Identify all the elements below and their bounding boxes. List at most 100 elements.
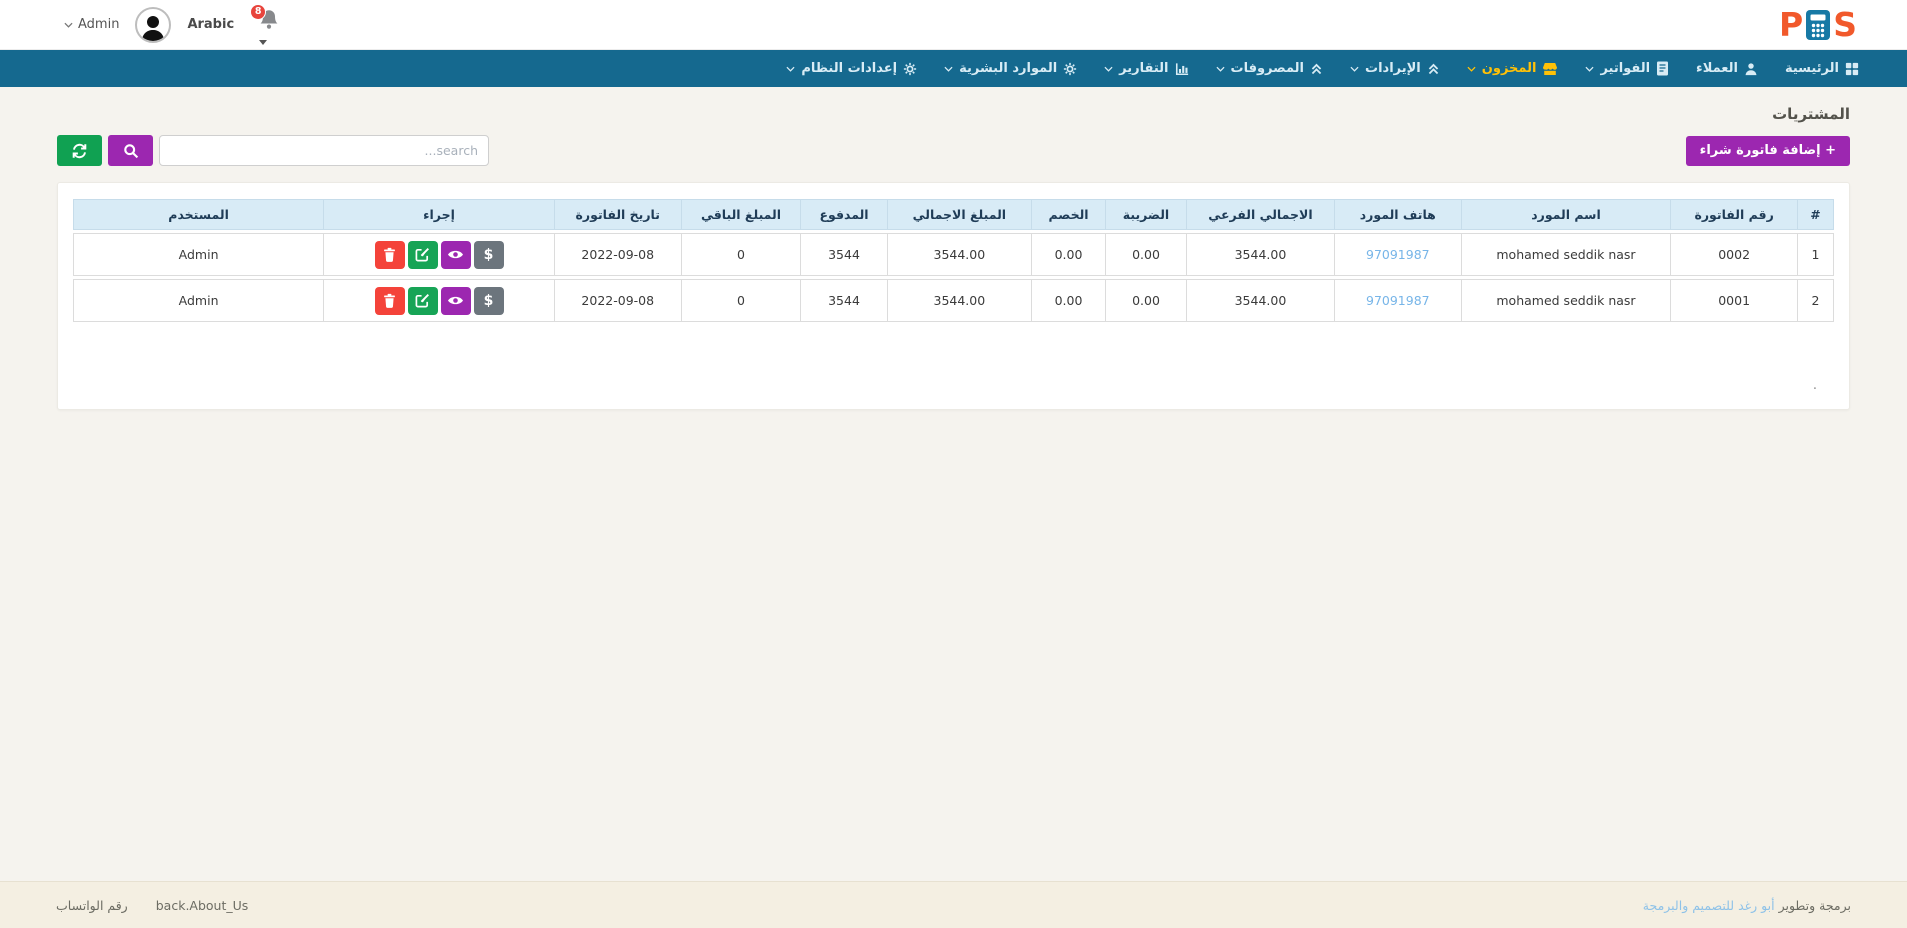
angles-up-icon xyxy=(1310,62,1323,76)
search-input[interactable] xyxy=(159,135,489,166)
column-header-index: # xyxy=(1797,199,1834,230)
whatsapp-label: رقم الواتساب xyxy=(56,898,128,913)
chevron-down-icon xyxy=(1104,66,1113,72)
calculator-icon xyxy=(1804,9,1832,41)
nav-item-hr[interactable]: الموارد البشرية xyxy=(944,61,1077,76)
chevron-down-icon xyxy=(259,40,267,45)
view-button[interactable] xyxy=(441,287,471,315)
cell-invoice-no: 0001 xyxy=(1670,279,1797,322)
chevron-down-icon xyxy=(1350,66,1359,72)
notifications-bell[interactable]: 8 xyxy=(250,8,280,42)
admin-dropdown[interactable]: Admin xyxy=(64,17,119,32)
cell-subtotal: 3544.00 xyxy=(1186,233,1334,276)
person-icon xyxy=(140,13,166,41)
cell-date: 2022-09-08 xyxy=(554,279,681,322)
angles-up-icon xyxy=(1427,62,1440,76)
cell-invoice-no: 0002 xyxy=(1670,233,1797,276)
column-header-user: المستخدم xyxy=(73,199,323,230)
cell-date: 2022-09-08 xyxy=(554,233,681,276)
row-actions: $ xyxy=(324,287,554,315)
add-purchase-invoice-button[interactable]: + إضافة فاتورة شراء xyxy=(1686,136,1850,166)
cell-supplier-name: mohamed seddik nasr xyxy=(1461,279,1671,322)
cell-index: 2 xyxy=(1797,279,1834,322)
credit-prefix: برمجة وتطوير xyxy=(1779,898,1851,913)
view-button[interactable] xyxy=(441,241,471,269)
nav-item-home[interactable]: الرئيسية xyxy=(1785,61,1859,76)
column-header-date: تاريخ الفاتورة xyxy=(554,199,681,230)
chevron-down-icon xyxy=(1467,66,1476,72)
table-row: 1 0002 mohamed seddik nasr 97091987 3544… xyxy=(73,233,1834,276)
column-header-discount: الخصم xyxy=(1031,199,1105,230)
purchases-card: # رقم الفاتورة اسم المورد هاتف المورد ال… xyxy=(57,182,1850,410)
refresh-icon xyxy=(71,143,88,159)
admin-label: Admin xyxy=(78,17,119,32)
supplier-phone-link[interactable]: 97091987 xyxy=(1366,293,1430,308)
footer: برمجة وتطوير أبو رغد للتصميم والبرمجة ba… xyxy=(0,881,1907,928)
purchases-table: # رقم الفاتورة اسم المورد هاتف المورد ال… xyxy=(73,196,1834,325)
delete-button[interactable] xyxy=(375,241,405,269)
main-navbar: الرئيسية العملاء الفواتير xyxy=(0,50,1907,87)
chevron-down-icon xyxy=(64,22,73,28)
cell-index: 1 xyxy=(1797,233,1834,276)
chevron-down-icon xyxy=(786,66,795,72)
cell-paid: 3544 xyxy=(800,279,886,322)
credit-link[interactable]: أبو رغد للتصميم والبرمجة xyxy=(1643,898,1775,913)
edit-icon xyxy=(415,247,430,262)
nav-item-revenues[interactable]: الإيرادات xyxy=(1350,61,1440,76)
pay-button[interactable]: $ xyxy=(474,241,504,269)
nav-label: المصروفات xyxy=(1231,61,1305,76)
column-header-total: المبلغ الاجمالي xyxy=(887,199,1031,230)
nav-item-inventory[interactable]: المخزون xyxy=(1467,61,1559,76)
cell-total: 3544.00 xyxy=(887,233,1031,276)
nav-item-customers[interactable]: العملاء xyxy=(1696,61,1758,76)
cell-tax: 0.00 xyxy=(1105,233,1186,276)
language-selector[interactable]: Arabic xyxy=(187,17,234,32)
grid-icon xyxy=(1845,62,1859,76)
cell-user: Admin xyxy=(73,279,323,322)
toolbar: + إضافة فاتورة شراء xyxy=(57,135,1850,166)
footer-links: back.About_Us رقم الواتساب xyxy=(56,898,248,913)
cell-discount: 0.00 xyxy=(1031,279,1105,322)
column-header-remaining: المبلغ الباقي xyxy=(681,199,801,230)
column-header-actions: إجراء xyxy=(323,199,554,230)
nav-item-invoices[interactable]: الفواتير xyxy=(1585,61,1669,76)
cell-user: Admin xyxy=(73,233,323,276)
notification-badge: 8 xyxy=(250,4,266,20)
nav-label: الفواتير xyxy=(1600,61,1650,76)
supplier-phone-link[interactable]: 97091987 xyxy=(1366,247,1430,262)
eye-icon xyxy=(447,294,464,307)
chevron-down-icon xyxy=(944,66,953,72)
nav-label: إعدادات النظام xyxy=(801,61,897,76)
refresh-button[interactable] xyxy=(57,135,102,166)
delete-button[interactable] xyxy=(375,287,405,315)
cell-remaining: 0 xyxy=(681,279,801,322)
column-header-supplier-name: اسم المورد xyxy=(1461,199,1671,230)
dollar-icon: $ xyxy=(484,247,494,263)
nav-label: الإيرادات xyxy=(1365,61,1421,76)
topbar: P S 8 Arabic xyxy=(0,0,1907,50)
gear-icon xyxy=(903,62,917,76)
edit-button[interactable] xyxy=(408,287,438,315)
nav-item-system-settings[interactable]: إعدادات النظام xyxy=(786,61,917,76)
trash-icon xyxy=(383,247,396,262)
cell-remaining: 0 xyxy=(681,233,801,276)
gear-icon xyxy=(1063,62,1077,76)
eye-icon xyxy=(447,248,464,261)
edit-button[interactable] xyxy=(408,241,438,269)
chevron-down-icon xyxy=(1216,66,1225,72)
nav-item-reports[interactable]: التقارير xyxy=(1104,61,1188,76)
nav-label: التقارير xyxy=(1119,61,1168,76)
column-header-paid: المدفوع xyxy=(800,199,886,230)
cell-subtotal: 3544.00 xyxy=(1186,279,1334,322)
pay-button[interactable]: $ xyxy=(474,287,504,315)
pos-logo[interactable]: P S xyxy=(1779,8,1857,41)
trash-icon xyxy=(383,293,396,308)
user-icon xyxy=(1744,62,1758,76)
avatar[interactable] xyxy=(135,7,171,43)
nav-item-expenses[interactable]: المصروفات xyxy=(1216,61,1324,76)
about-link[interactable]: back.About_Us xyxy=(156,898,249,913)
cell-supplier-name: mohamed seddik nasr xyxy=(1461,233,1671,276)
search-group xyxy=(57,135,489,166)
search-button[interactable] xyxy=(108,135,153,166)
user-cluster: 8 Arabic Admin xyxy=(64,7,280,43)
